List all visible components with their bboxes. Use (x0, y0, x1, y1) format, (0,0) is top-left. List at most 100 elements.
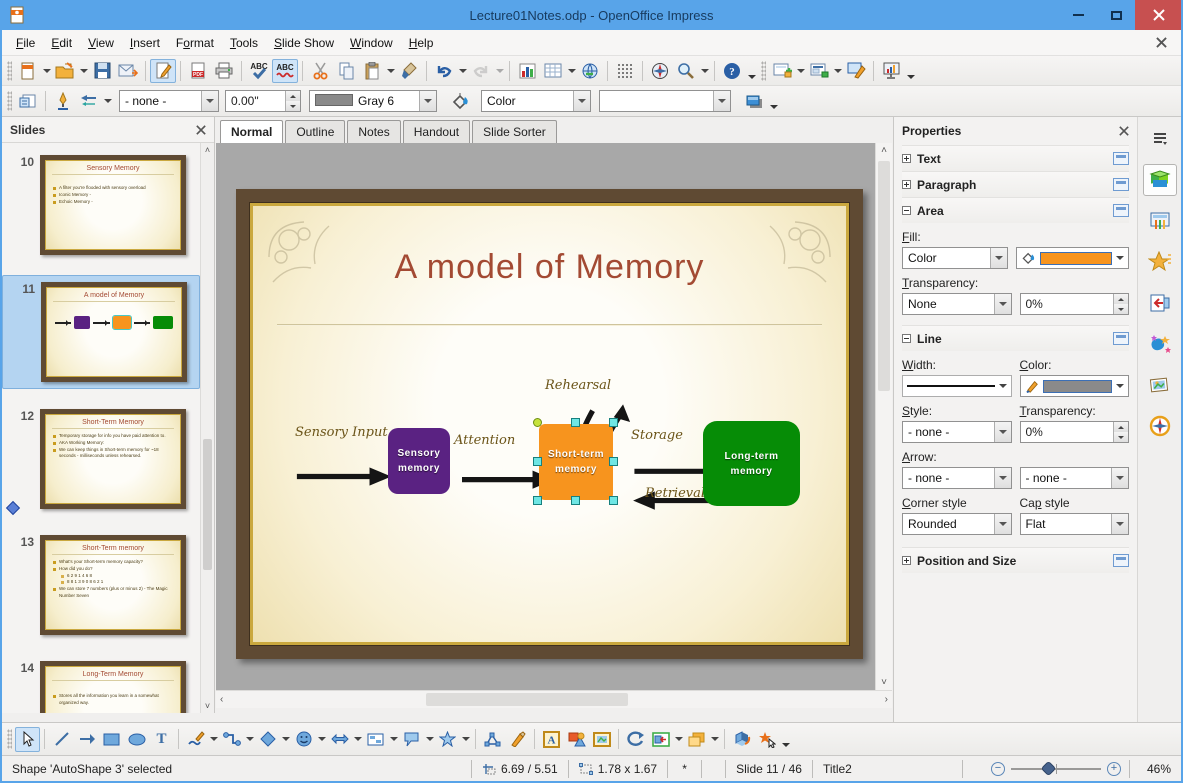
spellcheck-button[interactable]: ABC (246, 59, 272, 83)
selection-handle-top-left[interactable] (533, 418, 542, 427)
menu-view[interactable]: View (80, 32, 122, 54)
symbol-shapes-dropdown[interactable] (316, 727, 327, 751)
scrollbar-thumb[interactable] (203, 439, 212, 571)
expand-icon[interactable] (902, 180, 911, 189)
auto-spellcheck-button[interactable]: ABC (272, 58, 298, 83)
scroll-down-icon[interactable]: ˅ (201, 701, 214, 711)
slide-editing-area[interactable]: A model of Memory Sensory Input Attentio… (236, 189, 863, 659)
width-up-icon[interactable] (286, 91, 300, 101)
menu-insert[interactable]: Insert (122, 32, 168, 54)
stars-tool[interactable] (435, 727, 460, 752)
collapse-icon[interactable] (902, 206, 911, 215)
line-style-combo[interactable]: - none - (119, 90, 219, 112)
email-button[interactable] (115, 59, 141, 83)
navigator-button[interactable] (647, 59, 673, 83)
slides-panel-close-icon[interactable] (196, 124, 206, 135)
redo-button[interactable] (468, 59, 494, 83)
cut-button[interactable] (307, 59, 333, 83)
save-button[interactable] (89, 59, 115, 83)
glue-points-tool[interactable] (505, 727, 530, 752)
copy-button[interactable] (333, 59, 359, 83)
block-arrows-tool[interactable] (327, 727, 352, 752)
block-arrows-dropdown[interactable] (352, 727, 363, 751)
document-close-icon[interactable] (1156, 37, 1167, 48)
area-fill-color-button[interactable] (1015, 247, 1129, 269)
tab-notes[interactable]: Notes (347, 120, 401, 143)
line-style-combo-arrow[interactable] (201, 91, 218, 111)
help-button[interactable]: ? (719, 59, 745, 83)
selection-handle-bottom-right[interactable] (609, 496, 618, 505)
slide-thumbnail-11-selected[interactable]: 11 A model of Memory (2, 275, 200, 389)
fill-color-dropdown-icon[interactable] (1116, 252, 1124, 264)
table-button[interactable] (540, 59, 566, 83)
paragraph-dialog-launcher-icon[interactable] (1113, 178, 1129, 191)
zoom-slider-thumb[interactable] (1041, 760, 1057, 776)
sidebar-tab-master-pages[interactable] (1143, 205, 1177, 237)
hyperlink-button[interactable] (577, 59, 603, 83)
print-button[interactable] (211, 59, 237, 83)
new-slide-dropdown[interactable] (795, 59, 806, 83)
scrollbar-thumb[interactable] (425, 693, 629, 706)
interaction-tool[interactable] (754, 727, 779, 752)
line-button[interactable] (50, 89, 76, 113)
text-dialog-launcher-icon[interactable] (1113, 152, 1129, 165)
fill-type-combo-arrow[interactable] (573, 91, 590, 111)
connector-tool[interactable] (219, 727, 244, 752)
label-attention[interactable]: Attention (454, 433, 515, 448)
zoom-slider[interactable] (1011, 760, 1101, 776)
line-color-button[interactable] (1019, 375, 1129, 397)
symbol-shapes-tool[interactable] (291, 727, 316, 752)
zoom-button[interactable] (673, 59, 699, 83)
sidebar-settings-icon[interactable] (1143, 123, 1177, 155)
transparency-value-spinner[interactable]: 0% (1019, 293, 1129, 315)
properties-close-icon[interactable] (1119, 126, 1129, 136)
label-retrieval[interactable]: Retrieval (645, 486, 705, 501)
chart-button[interactable] (514, 59, 540, 83)
basic-shapes-tool[interactable] (255, 727, 280, 752)
flowchart-dropdown[interactable] (388, 727, 399, 751)
label-storage[interactable]: Storage (631, 428, 683, 443)
corner-style-combo[interactable]: Rounded (902, 513, 1012, 535)
slide-design-button[interactable] (843, 59, 869, 83)
scroll-right-icon[interactable]: › (885, 694, 888, 705)
arrow-style-dropdown[interactable] (102, 89, 113, 113)
expand-icon[interactable] (902, 154, 911, 163)
area-dialog-launcher-icon[interactable] (1113, 204, 1129, 217)
canvas-horizontal-scrollbar[interactable]: ‹ › (216, 690, 892, 708)
standard-toolbar-overflow[interactable] (745, 59, 758, 83)
line-style-prop-combo[interactable]: - none - (902, 421, 1012, 443)
menu-edit[interactable]: Edit (43, 32, 80, 54)
alignment-dropdown[interactable] (673, 727, 684, 751)
menu-file[interactable]: File (8, 32, 43, 54)
arrow-begin-combo[interactable]: - none - (902, 467, 1012, 489)
flowchart-tool[interactable] (363, 727, 388, 752)
stars-dropdown[interactable] (460, 727, 471, 751)
shadow-button[interactable] (741, 89, 767, 113)
box-long-term-memory[interactable]: Long-term memory (703, 421, 800, 506)
line-width-dropdown-icon[interactable] (999, 380, 1007, 392)
zoom-dropdown[interactable] (699, 59, 710, 83)
fill-button[interactable] (447, 89, 473, 113)
scrollbar-thumb[interactable] (878, 161, 890, 391)
selection-handle-middle-left[interactable] (533, 457, 542, 466)
collapse-icon[interactable] (902, 334, 911, 343)
table-dropdown[interactable] (566, 59, 577, 83)
new-slide-button[interactable] (769, 59, 795, 83)
curve-tool[interactable] (183, 727, 208, 752)
slide-thumbnail-13[interactable]: 13 Short-Term memory What's your Short-t… (2, 529, 200, 641)
display-grid-button[interactable] (612, 59, 638, 83)
menu-window[interactable]: Window (342, 32, 401, 54)
sidebar-tab-animation-effects[interactable] (1143, 328, 1177, 360)
sidebar-tab-navigator[interactable] (1143, 410, 1177, 442)
tab-handout[interactable]: Handout (402, 120, 471, 143)
slide-layout-dropdown[interactable] (832, 59, 843, 83)
section-text[interactable]: Text (902, 145, 1129, 171)
sidebar-tab-slide-transition[interactable] (1143, 287, 1177, 319)
styles-and-formatting-button[interactable] (15, 89, 41, 113)
open-dropdown[interactable] (78, 59, 89, 83)
zoom-in-icon[interactable]: + (1107, 761, 1121, 776)
selection-handle-middle-right[interactable] (609, 457, 618, 466)
tab-outline[interactable]: Outline (285, 120, 346, 143)
fontwork-gallery-tool[interactable]: A (539, 727, 564, 752)
close-button[interactable] (1135, 0, 1181, 30)
